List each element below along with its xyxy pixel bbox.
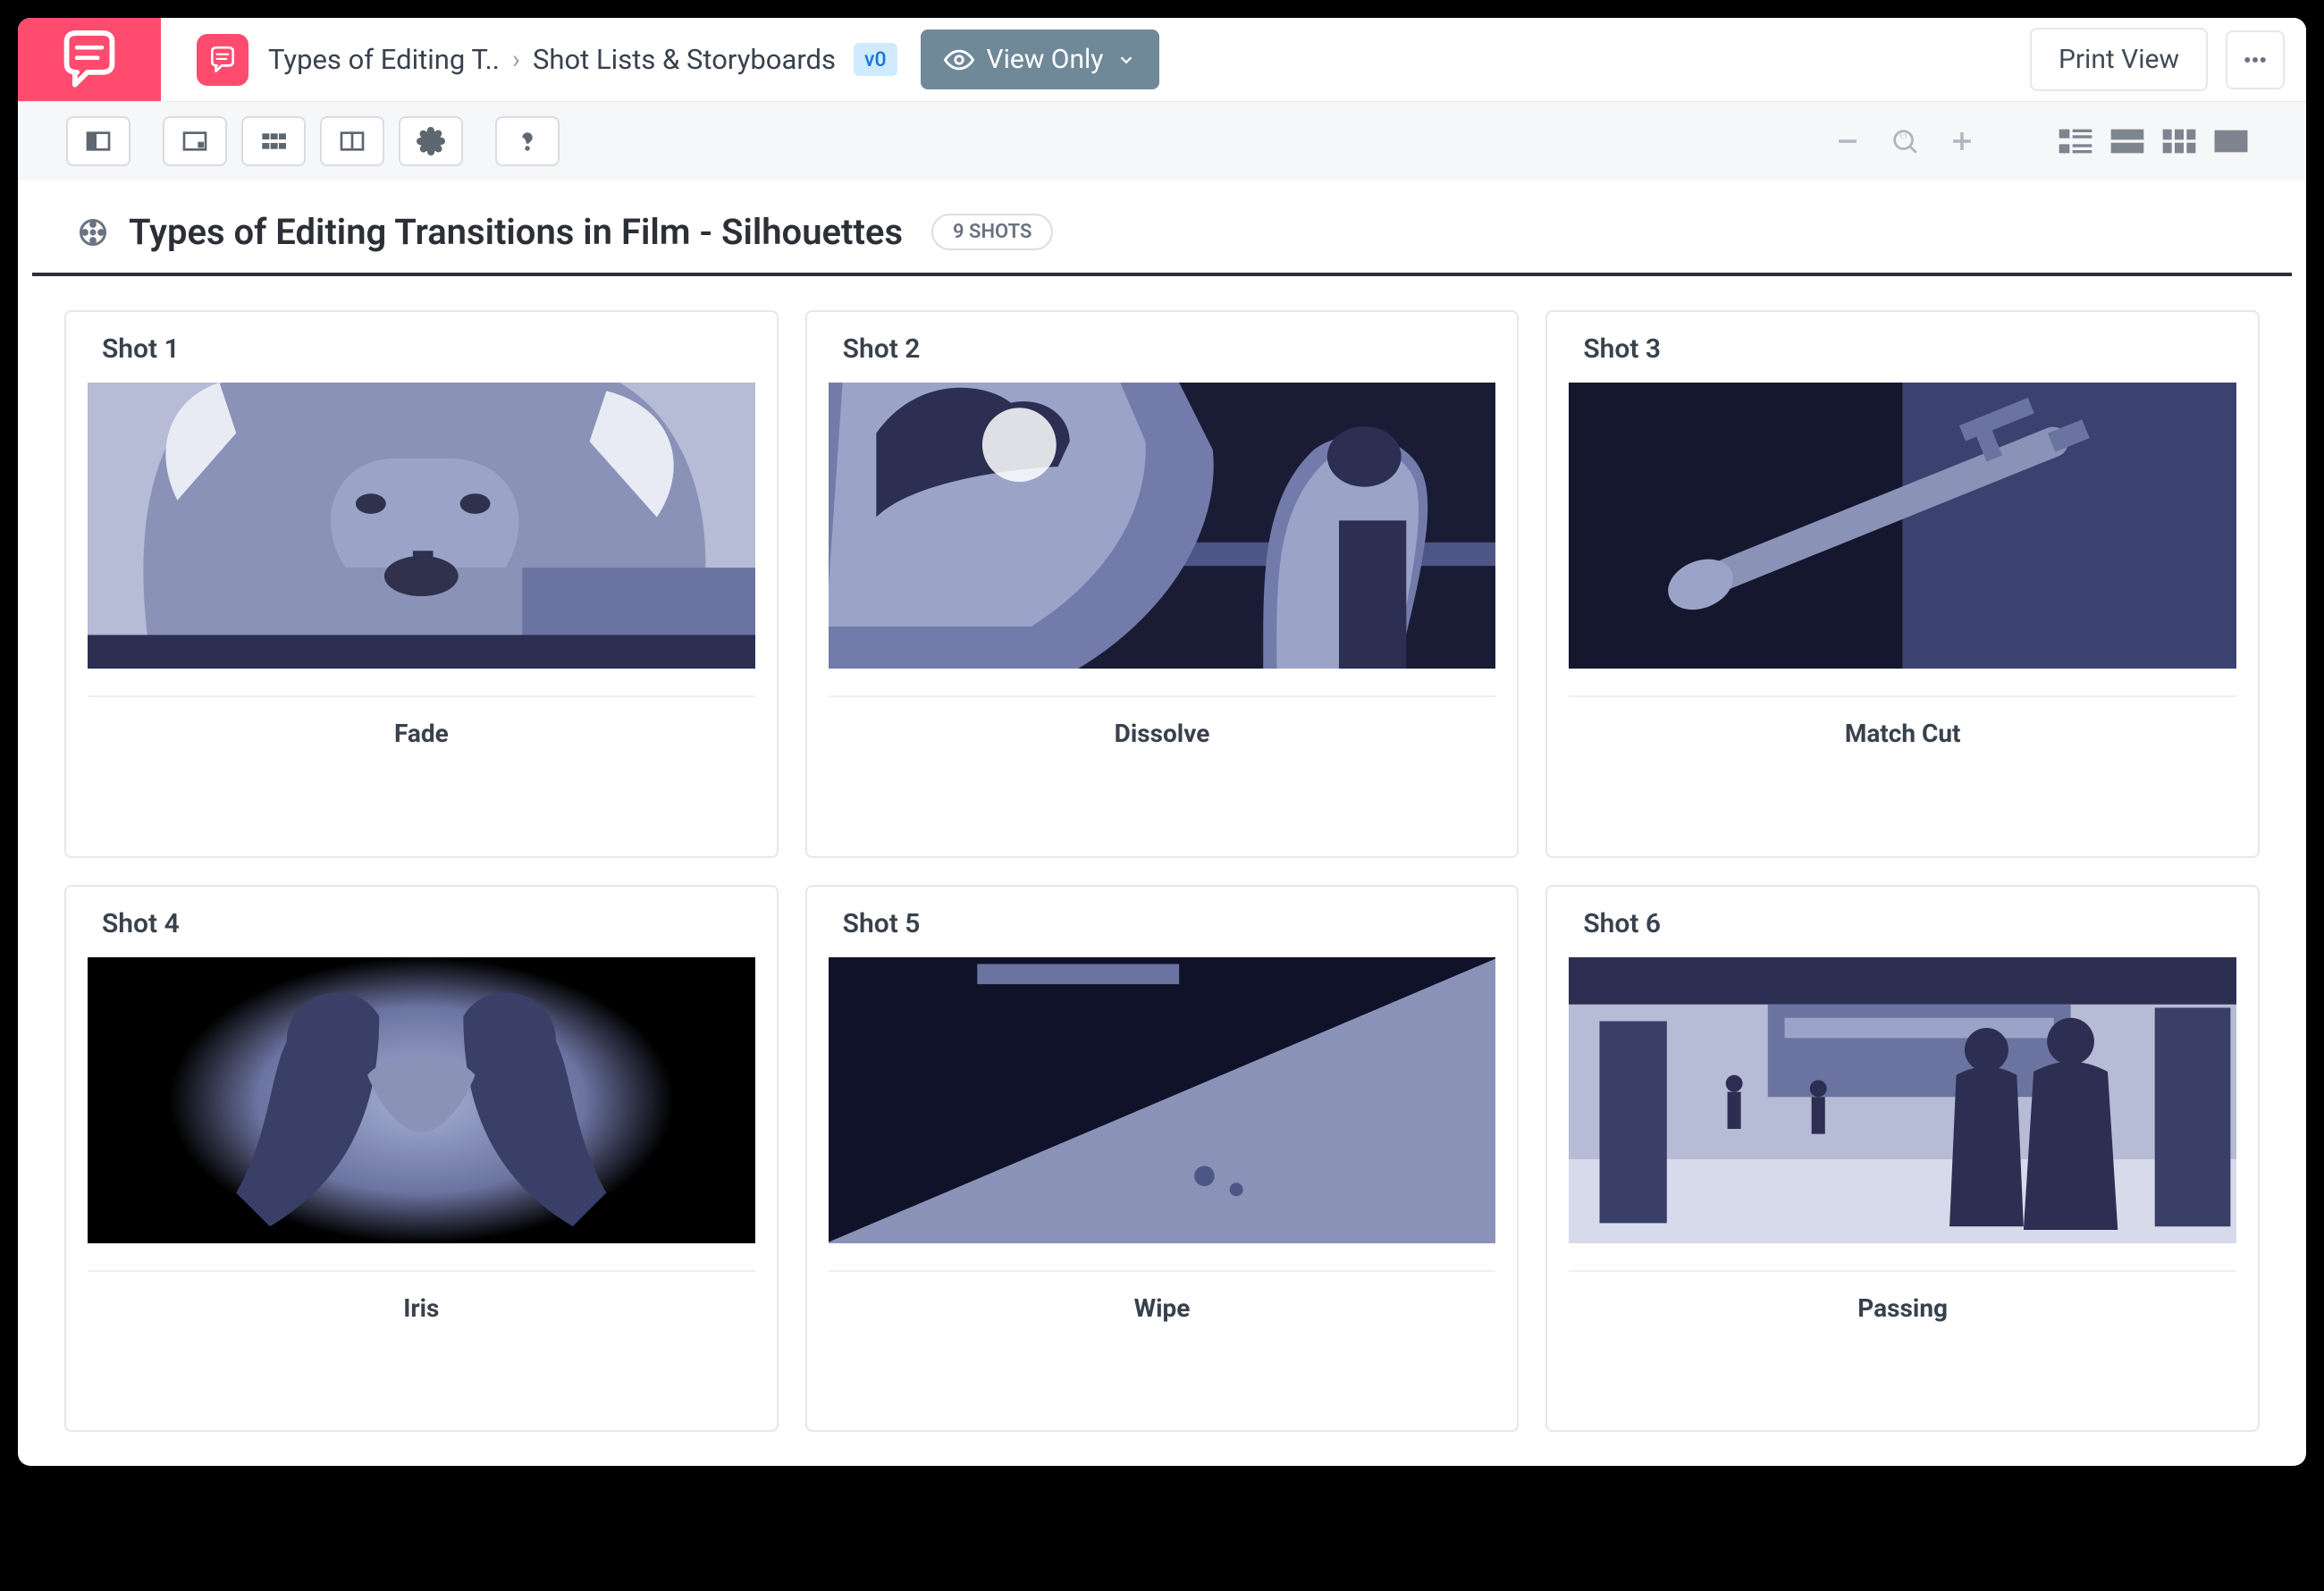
- more-horizontal-icon: [2242, 46, 2269, 73]
- chevron-right-icon: ›: [512, 44, 520, 75]
- print-view-button[interactable]: Print View: [2030, 28, 2208, 91]
- layout-rows-icon: [2109, 126, 2145, 156]
- page-title-row: Types of Editing Transitions in Film - S…: [32, 181, 2292, 276]
- svg-text:1:1: 1:1: [1899, 132, 1908, 140]
- shot-caption: Fade: [66, 697, 777, 773]
- layout-list-cards-icon: [2058, 126, 2093, 156]
- breadcrumb-project[interactable]: Types of Editing T..: [268, 43, 500, 76]
- frame-icon: [181, 127, 209, 156]
- zoom-reset-button[interactable]: 1:1: [1890, 126, 1920, 156]
- more-menu-button[interactable]: [2226, 30, 2285, 89]
- view-only-label: View Only: [987, 44, 1104, 75]
- shot-label: Shot 3: [1547, 312, 2258, 383]
- shot-card[interactable]: Shot 1 Fade: [64, 310, 779, 858]
- settings-button[interactable]: [399, 116, 463, 166]
- breadcrumb: Types of Editing T.. › Shot Lists & Stor…: [268, 43, 897, 76]
- shot-thumbnail: [829, 957, 1496, 1243]
- panel-left-icon: [84, 127, 113, 156]
- filmstrip-icon: [2213, 126, 2249, 156]
- breadcrumb-section[interactable]: Shot Lists & Storyboards: [533, 43, 836, 76]
- layout-grid-button[interactable]: [2161, 126, 2197, 156]
- layout-grid-icon: [2161, 126, 2197, 156]
- shot-label: Shot 2: [807, 312, 1518, 383]
- shot-label: Shot 5: [807, 887, 1518, 957]
- minus-icon: [1832, 126, 1863, 156]
- shot-card[interactable]: Shot 5 Wipe: [805, 885, 1520, 1433]
- columns-button[interactable]: [320, 116, 384, 166]
- shot-caption: Passing: [1547, 1272, 2258, 1348]
- shot-thumbnail: [88, 383, 755, 669]
- shot-caption: Dissolve: [807, 697, 1518, 773]
- shots-count-chip: 9 SHOTS: [931, 214, 1053, 250]
- gear-icon: [417, 127, 445, 156]
- toolbar: 1:1: [18, 102, 2306, 181]
- panel-left-button[interactable]: [66, 116, 131, 166]
- grid-6-button[interactable]: [241, 116, 306, 166]
- speech-bubble-icon: [56, 27, 122, 93]
- shot-label: Shot 4: [66, 887, 777, 957]
- shot-card[interactable]: Shot 2 Dissolve: [805, 310, 1520, 858]
- app-frame: Types of Editing T.. › Shot Lists & Stor…: [18, 18, 2306, 1466]
- shot-label: Shot 6: [1547, 887, 2258, 957]
- shot-card[interactable]: Shot 3 Match Cut: [1545, 310, 2260, 858]
- shot-card-grid: Shot 1 Fade: [18, 276, 2306, 1466]
- shot-caption: Iris: [66, 1272, 777, 1348]
- view-only-button[interactable]: View Only: [921, 29, 1159, 89]
- zoom-controls: 1:1: [1832, 126, 1977, 156]
- shot-card[interactable]: Shot 4: [64, 885, 779, 1433]
- search-1to1-icon: 1:1: [1890, 126, 1920, 156]
- shot-thumbnail: [1569, 957, 2236, 1243]
- shot-thumbnail: [1569, 383, 2236, 669]
- help-button[interactable]: [495, 116, 560, 166]
- layout-filmstrip-button[interactable]: [2213, 126, 2249, 156]
- zoom-out-button[interactable]: [1832, 126, 1863, 156]
- grid-6-icon: [259, 127, 288, 156]
- chevron-down-icon: [1116, 50, 1136, 70]
- columns-icon: [338, 127, 366, 156]
- layout-list-cards-button[interactable]: [2058, 126, 2093, 156]
- shot-card[interactable]: Shot 6: [1545, 885, 2260, 1433]
- layout-rows-button[interactable]: [2109, 126, 2145, 156]
- film-reel-icon: [77, 216, 109, 248]
- eye-icon: [944, 45, 974, 75]
- frame-button[interactable]: [163, 116, 227, 166]
- plus-icon: [1947, 126, 1977, 156]
- page-title: Types of Editing Transitions in Film - S…: [129, 211, 903, 253]
- brand-logo[interactable]: [18, 18, 161, 101]
- zoom-in-button[interactable]: [1947, 126, 1977, 156]
- question-icon: [513, 127, 542, 156]
- shot-label: Shot 1: [66, 312, 777, 383]
- shot-caption: Match Cut: [1547, 697, 2258, 773]
- layout-switcher: [2058, 126, 2249, 156]
- version-chip[interactable]: v0: [854, 43, 897, 76]
- shot-thumbnail: [88, 957, 755, 1243]
- shot-caption: Wipe: [807, 1272, 1518, 1348]
- speech-bubble-icon: [207, 45, 238, 75]
- top-bar: Types of Editing T.. › Shot Lists & Stor…: [18, 18, 2306, 102]
- project-icon-chip[interactable]: [197, 34, 248, 86]
- shot-thumbnail: [829, 383, 1496, 669]
